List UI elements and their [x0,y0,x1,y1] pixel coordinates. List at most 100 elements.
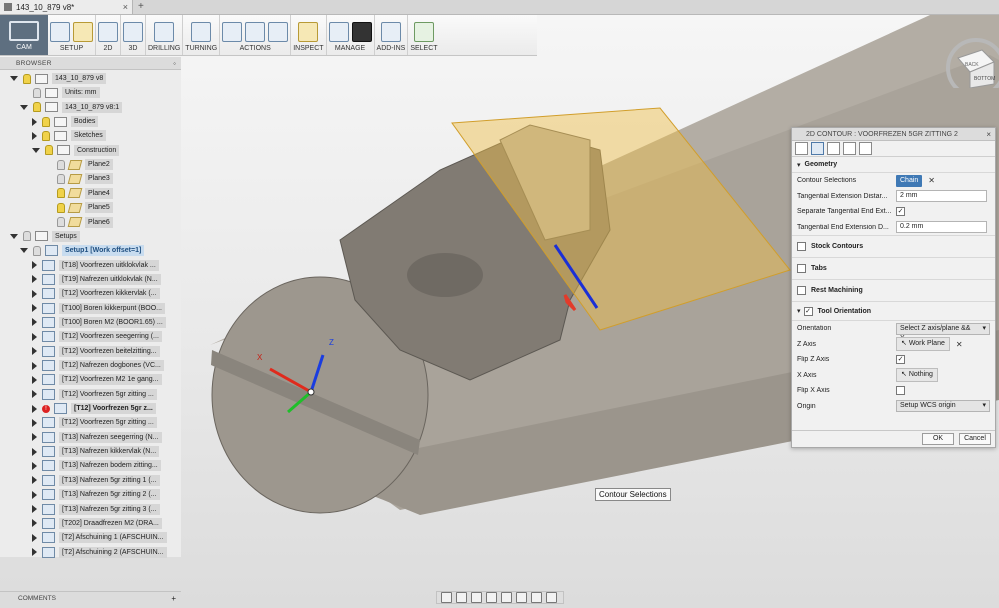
visibility-bulb-icon[interactable] [57,188,65,199]
workspace-switcher[interactable]: CAM [0,15,48,55]
browser-node[interactable]: [T13] Nafrezen seegerring (N... [32,431,162,444]
browser-node[interactable]: [T100] Boren M2 (BOOR1.65) ... [32,316,166,329]
browser-node[interactable]: [T12] Voorfrezen M2 1e gang... [32,373,162,386]
look-at-icon[interactable] [456,592,467,603]
visibility-bulb-icon[interactable] [23,73,31,84]
geometry-section-header[interactable]: ▾ Geometry [792,157,995,173]
collapse-icon[interactable]: ▾ [797,161,801,169]
separate-extension-checkbox[interactable]: ✓ [896,207,905,217]
browser-node[interactable]: Plane6 [44,216,113,229]
chain-button[interactable]: Chain [896,174,923,187]
browser-node[interactable]: Construction [32,144,120,157]
passes-tab-icon[interactable] [843,142,856,155]
tangential-end-input[interactable]: 0.2 mm [896,221,987,234]
expand-triangle-icon[interactable] [32,347,37,356]
orientation-select[interactable]: Select Z axis/plane && X... ▾ [896,322,990,342]
origin-select[interactable]: Setup WCS origin ▾ [896,400,990,413]
pan-icon[interactable] [471,592,482,603]
expand-triangle-icon[interactable] [32,433,37,442]
toolbar-group-turning[interactable]: TURNING [183,15,221,55]
browser-node[interactable]: [T13] Nafrezen bodem zitting... [32,459,161,472]
expand-triangle-icon[interactable] [32,461,37,470]
template-icon[interactable] [351,22,372,42]
collapse-icon[interactable]: ▾ [797,307,801,315]
expand-triangle-icon[interactable] [32,318,37,327]
expand-triangle-icon[interactable] [32,304,37,313]
toolbar-group-add-ins[interactable]: ADD-INS [375,15,409,55]
clear-selection-icon[interactable]: ✕ [928,176,935,185]
heights-tab-icon[interactable] [827,142,840,155]
browser-node[interactable]: ! [T12] Voorfrezen 5gr z... [32,402,156,415]
setup-icon[interactable] [50,22,70,42]
tool-library-icon[interactable] [328,22,349,42]
document-tab[interactable]: 143_10_879 v8* × [0,0,133,14]
expand-triangle-icon[interactable] [32,404,37,413]
z-axis-selection[interactable]: ↖ Work Plane [896,337,950,352]
browser-node[interactable]: [T13] Nafrezen kikkervlak (N... [32,445,160,458]
expand-triangle-icon[interactable] [32,261,37,270]
expand-triangle-icon[interactable] [32,289,37,298]
expand-triangle-icon[interactable] [32,332,37,341]
visibility-bulb-icon[interactable] [42,130,50,141]
folder-icon[interactable] [73,22,93,42]
tangential-extension-input[interactable]: 2 mm [896,190,987,203]
flip-z-checkbox[interactable]: ✓ [896,355,905,365]
browser-node[interactable]: Plane5 [44,201,113,214]
visibility-bulb-icon[interactable] [33,87,41,98]
expand-triangle-icon[interactable] [32,117,37,126]
visibility-bulb-icon[interactable] [33,245,41,256]
simulate-icon[interactable] [222,22,243,42]
setup-sheet-icon[interactable] [268,22,289,42]
toolbar-group-actions[interactable]: ACTIONS [220,15,292,55]
turning-icon[interactable] [191,22,212,42]
browser-node[interactable]: 143_10_879 v8 [10,72,107,85]
browser-node[interactable]: [T19] Nafrezen uitklokvlak (N... [32,273,161,286]
expand-triangle-icon[interactable] [32,533,37,542]
visibility-bulb-icon[interactable] [33,102,41,113]
visibility-bulb-icon[interactable] [57,159,65,170]
browser-node[interactable]: [T2] Afschuining 2 (AFSCHUIN... [32,546,167,559]
rest-machining-checkbox[interactable] [797,286,806,295]
visibility-bulb-icon[interactable] [57,202,65,213]
tool-orientation-checkbox[interactable]: ✓ [803,306,813,316]
fit-icon[interactable] [501,592,512,603]
browser-node[interactable]: [T12] Voorfrezen kikkervlak (... [32,287,160,300]
flip-x-checkbox[interactable] [896,386,905,396]
browser-node[interactable]: Setup1 [Work offset=1] [20,244,145,257]
browser-node[interactable]: Plane4 [44,187,113,200]
browser-node[interactable]: [T12] Nafrezen dogbones (VC... [32,359,164,372]
toolbar-group-inspect[interactable]: INSPECT [291,15,327,55]
viewcube[interactable]: BACK BOTTOM [932,28,999,98]
close-tab-icon[interactable]: × [123,2,128,12]
viewcube-icon[interactable]: BACK BOTTOM [932,28,999,98]
toolbar-group-3d[interactable]: 3D [121,15,146,55]
toolbar-group-drilling[interactable]: DRILLING [146,15,184,55]
browser-node[interactable]: [T12] Voorfrezen seegerring (... [32,330,162,343]
visibility-bulb-icon[interactable] [57,173,65,184]
add-comment-icon[interactable]: + [171,594,176,603]
expand-triangle-icon[interactable] [32,131,37,140]
browser-node[interactable]: [T13] Nafrezen 5gr zitting 3 (... [32,503,160,516]
orbit-icon[interactable] [441,592,452,603]
ok-button[interactable]: OK [922,433,954,445]
tool-tab-icon[interactable] [795,142,808,155]
expand-triangle-icon[interactable] [32,447,37,456]
dialog-title-bar[interactable]: 2D CONTOUR : VOORFREZEN 5GR ZITTING 2 × [792,128,995,141]
expand-triangle-icon[interactable] [32,418,37,427]
visibility-bulb-icon[interactable] [57,217,65,227]
new-tab-icon[interactable]: + [138,1,144,12]
3d-adaptive-icon[interactable] [123,22,143,42]
browser-node[interactable]: Sketches [32,129,106,142]
browser-node[interactable]: [T100] Boren kikkerpunt (BOO... [32,302,165,315]
toolbar-group-manage[interactable]: MANAGE [327,15,375,55]
expand-triangle-icon[interactable] [32,548,37,557]
rest-machining-section[interactable]: Rest Machining [792,280,995,302]
browser-node[interactable]: Plane3 [44,172,113,185]
tabs-section[interactable]: Tabs [792,258,995,280]
tool-orientation-section[interactable]: ▾ ✓ Tool Orientation [792,302,995,321]
post-process-icon[interactable] [245,22,266,42]
stock-contours-section[interactable]: Stock Contours [792,236,995,258]
browser-header[interactable]: BROWSER ◦ [0,57,181,70]
drill-icon[interactable] [154,22,175,42]
pin-icon[interactable]: ◦ [173,59,176,68]
